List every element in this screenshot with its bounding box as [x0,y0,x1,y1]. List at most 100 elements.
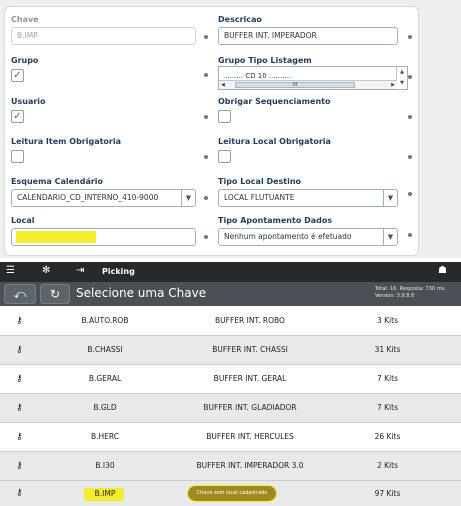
sequenciamento-indicator [408,115,412,119]
apontamento-indicator [408,233,412,237]
chave-code: B.IMP [94,489,116,498]
vertical-scrollbar[interactable]: ▲ ▼ [396,67,407,89]
esquema-select[interactable]: CALENDARIO_CD_INTERNO_410-9000 ▼ [11,189,196,207]
sequenciamento-label: Obrigar Sequenciamento [218,97,331,106]
key-icon: ⚷ [16,488,23,498]
grupo-indicator [204,73,208,77]
chave-input[interactable]: B.IMP [11,27,196,45]
chave-qty: 31 Kits [374,345,401,354]
chevron-down-icon[interactable]: ▼ [383,190,397,206]
key-icon: ⚷ [16,316,23,326]
back-button[interactable]: ⤺ [4,284,36,304]
chave-code: B.GERAL [88,374,122,383]
usuario-label: Usuario [11,97,46,106]
form-area: Chave B.IMP Descricao BUFFER INT. IMPERA… [0,0,461,258]
leitura-item-label: Leitura Item Obrigatoria [11,137,122,146]
app-title: Picking [102,267,135,276]
leitura-item-checkbox[interactable] [11,150,24,163]
apontamento-label: Tipo Apontamento Dados [218,216,333,225]
chave-desc: BUFFER INT. GERAL [213,374,287,383]
scroll-left-icon[interactable]: ◀ [221,81,225,89]
list-item[interactable]: ⚷ B.GERAL BUFFER INT. GERAL 7 Kits [0,365,461,394]
status-text: Total: 16. Resposta: 730 ms. [375,286,446,292]
chave-qty: 26 Kits [374,432,401,441]
chave-qty: 2 Kits [376,461,398,470]
scroll-thumb[interactable]: III [235,82,355,88]
list-item[interactable]: ⚷ B.CHASSI BUFFER INT. CHASSI 31 Kits [0,336,461,365]
grupo-checkbox[interactable]: ✓ [11,69,24,82]
chave-desc: BUFFER INT. ROBO [215,316,285,325]
leitura-item-indicator [204,155,208,159]
form-panel: Chave B.IMP Descricao BUFFER INT. IMPERA… [4,6,419,256]
top-app-bar: ☰ ✻ ⇥ Picking ☗ [0,262,461,282]
leitura-local-indicator [408,155,412,159]
chave-code: B.I30 [95,461,115,470]
chave-label: Chave [11,15,39,24]
chave-qty: 3 Kits [376,316,398,325]
esquema-label: Esquema Calendário [11,177,104,186]
list-item[interactable]: ⚷ B.GLD BUFFER INT. GLADIADOR 7 Kits [0,394,461,423]
tipo-listagem-label: Grupo Tipo Listagem [218,56,312,65]
list-item[interactable]: ⚷ B.AUTO.ROB BUFFER INT. ROBO 3 Kits [0,307,461,336]
local-label: Local [11,216,35,225]
descricao-indicator [408,35,412,39]
chave-code: B.GLD [93,403,117,412]
apontamento-value: Nenhum apontamento é efetuado [224,232,352,241]
leitura-local-checkbox[interactable] [218,150,231,163]
key-icon: ⚷ [16,432,23,442]
chave-desc: BUFFER INT. HERCULES [206,432,294,441]
chave-desc: BUFFER INT. GLADIADOR [203,403,297,412]
horizontal-scrollbar[interactable]: ◀ III ▶ [219,80,397,89]
screen-title: Selecione uma Chave [76,286,207,300]
chave-qty: 7 Kits [376,403,398,412]
esquema-value: CALENDARIO_CD_INTERNO_410-9000 [17,193,159,202]
gear-icon[interactable]: ✻ [42,265,50,276]
sequenciamento-checkbox[interactable] [218,110,231,123]
version-text: Version: 3.9.8.8 [375,293,415,299]
list-item[interactable]: ⚷ B.HERC BUFFER INT. HERCULES 26 Kits [0,423,461,452]
key-icon: ⚷ [16,403,23,413]
scroll-right-icon[interactable]: ▶ [391,81,395,89]
chave-code: B.HERC [91,432,119,441]
chevron-down-icon[interactable]: ▼ [181,190,195,206]
login-icon[interactable]: ⇥ [76,265,84,276]
esquema-indicator [204,196,208,200]
tipo-listagem-indicator [408,75,412,79]
user-icon[interactable]: ☗ [438,265,447,276]
tipo-listagem-value: ......... CD 10 .......... [223,72,292,80]
chave-qty: 97 Kits [374,489,401,498]
key-icon: ⚷ [16,345,23,355]
toast-message: Chave sem local cadastrado [188,486,276,501]
tipo-local-value: LOCAL FLUTUANTE [224,193,295,202]
highlight-marker [16,231,96,243]
key-icon: ⚷ [16,374,23,384]
tipo-local-select[interactable]: LOCAL FLUTUANTE ▼ [218,189,398,207]
apontamento-select[interactable]: Nenhum apontamento é efetuado ▼ [218,228,398,246]
local-indicator [204,235,208,239]
tipo-listagem-list[interactable]: ......... CD 10 .......... ▲ ▼ ◀ III ▶ [218,66,408,90]
grupo-label: Grupo [11,56,39,65]
chave-desc: BUFFER INT. CHASSI [212,345,288,354]
refresh-icon: ↻ [49,287,61,301]
action-bar: ⤺ ↻ Selecione uma Chave Total: 16. Respo… [0,282,461,306]
descricao-input[interactable]: BUFFER INT. IMPERADOR [218,27,398,45]
usuario-indicator [204,115,208,119]
chave-code: B.CHASSI [87,345,123,354]
local-input[interactable] [11,228,196,246]
usuario-checkbox[interactable]: ✓ [11,110,24,123]
key-icon: ⚷ [16,461,23,471]
refresh-button[interactable]: ↻ [40,284,70,304]
chevron-down-icon[interactable]: ▼ [383,229,397,245]
chave-qty: 7 Kits [376,374,398,383]
descricao-label: Descricao [218,15,262,24]
menu-icon[interactable]: ☰ [6,265,15,276]
list-item-selected[interactable]: ⚷ B.IMP ADOR 97 Kits Chave sem local cad… [0,481,461,506]
chave-code: B.AUTO.ROB [81,316,129,325]
chave-desc: BUFFER INT. IMPERADOR 3.0 [196,461,304,470]
list-item[interactable]: ⚷ B.I30 BUFFER INT. IMPERADOR 3.0 2 Kits [0,452,461,481]
chave-indicator [204,35,208,39]
tipo-local-indicator [408,192,412,196]
back-icon: ⤺ [13,287,27,301]
app-screen: ☰ ✻ ⇥ Picking ☗ ⤺ ↻ Selecione uma Chave … [0,262,461,506]
tipo-local-label: Tipo Local Destino [218,177,302,186]
